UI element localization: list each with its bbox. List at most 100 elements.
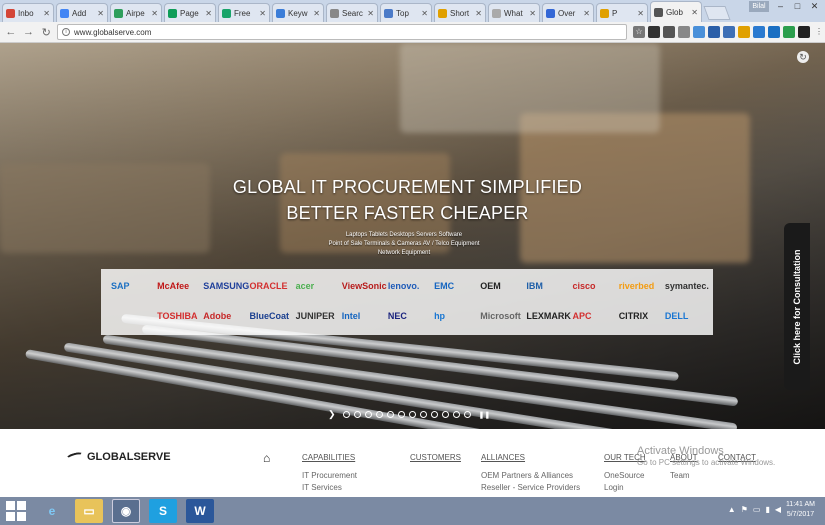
pause-icon[interactable]: ❚❚	[479, 411, 491, 419]
scroll-top-icon[interactable]: ↻	[797, 51, 809, 63]
slide-dot[interactable]	[463, 411, 471, 418]
minimize-icon[interactable]: –	[772, 0, 789, 13]
extension-icon[interactable]	[648, 26, 661, 38]
slide-dot[interactable]	[430, 411, 438, 418]
footer-heading-customers[interactable]: CUSTOMERS	[410, 453, 461, 462]
tab-close-icon[interactable]: ✕	[583, 9, 590, 18]
partner-logo: Adobe	[203, 311, 232, 321]
slide-dot[interactable]	[397, 411, 405, 418]
extension-icon[interactable]	[708, 26, 721, 38]
footer-link-resellers[interactable]: Reseller - Service Providers	[481, 483, 580, 492]
hero-title-line2: BETTER FASTER CHEAPER	[286, 203, 529, 223]
browser-tab[interactable]: Page ✕	[164, 3, 216, 22]
slide-dot[interactable]	[364, 411, 372, 418]
slide-dot[interactable]	[408, 411, 416, 418]
partner-logo: SAMSUNG	[203, 281, 250, 291]
browser-tab[interactable]: Searc ✕	[326, 3, 378, 22]
footer-link-login[interactable]: Login	[604, 483, 646, 492]
tab-close-icon[interactable]: ✕	[313, 9, 320, 18]
address-bar[interactable]: i www.globalserve.com	[57, 24, 628, 40]
footer-heading-capabilities[interactable]: CAPABILITIES	[302, 453, 357, 462]
footer-link-it-procurement[interactable]: IT Procurement	[302, 471, 357, 480]
extension-icon[interactable]	[693, 26, 706, 38]
partner-logos-panel: SAP McAfee SAMSUNG ORACLE acer ViewSonic lenov…	[101, 269, 713, 335]
browser-tab[interactable]: Keyw ✕	[272, 3, 324, 22]
network-icon[interactable]: ▮	[765, 505, 769, 514]
tab-close-icon[interactable]: ✕	[151, 9, 158, 18]
back-icon[interactable]: ←	[4, 26, 18, 38]
tab-close-icon[interactable]: ✕	[475, 9, 482, 18]
tab-close-icon[interactable]: ✕	[259, 9, 266, 18]
tab-close-icon[interactable]: ✕	[637, 9, 644, 18]
browser-tab-strip: Inbo ✕ Add ✕ Airpe ✕ Page ✕ Free ✕ Keyw ✕ Searc ✕ Top ✕…	[0, 0, 825, 22]
windows-start-icon[interactable]	[6, 501, 26, 521]
file-explorer-icon[interactable]: ▭	[75, 499, 103, 523]
user-badge[interactable]: Bilal	[749, 1, 769, 12]
next-slide-icon[interactable]: ❯	[328, 409, 336, 420]
site-info-icon[interactable]: i	[62, 28, 71, 36]
browser-tab[interactable]: Free ✕	[218, 3, 270, 22]
slide-dot[interactable]	[353, 411, 361, 418]
action-center-icon[interactable]: ⚑	[741, 505, 748, 514]
internet-explorer-icon[interactable]: e	[38, 499, 66, 523]
word-icon[interactable]: W	[186, 499, 214, 523]
chrome-icon[interactable]: ◉	[112, 499, 140, 523]
system-tray: ▲ ⚑ ▭ ▮ ◀	[728, 505, 781, 514]
slide-dot[interactable]	[386, 411, 394, 418]
browser-tab[interactable]: Short ✕	[434, 3, 486, 22]
extension-icon[interactable]	[723, 26, 736, 38]
partner-logo: JUNIPER	[295, 311, 335, 321]
tab-close-icon[interactable]: ✕	[43, 9, 50, 18]
bookmark-icon[interactable]: ☆	[633, 26, 646, 38]
hero-subtitle-line1: Laptops Tablets Desktops Servers Softwar…	[345, 232, 463, 238]
forward-icon[interactable]: →	[22, 26, 36, 38]
browser-tab[interactable]: Over ✕	[542, 3, 594, 22]
tray-up-icon[interactable]: ▲	[728, 505, 736, 514]
extension-icon[interactable]	[738, 26, 751, 38]
extension-icon[interactable]	[783, 26, 796, 38]
tab-close-icon[interactable]: ✕	[367, 9, 374, 18]
footer-link-team[interactable]: Team	[670, 471, 698, 480]
battery-icon[interactable]: ▭	[753, 505, 761, 514]
menu-icon[interactable]: ⋮	[813, 26, 825, 38]
partner-logo: cisco	[572, 281, 596, 291]
extension-icon[interactable]	[663, 26, 676, 38]
tab-close-icon[interactable]: ✕	[205, 9, 212, 18]
extension-icon[interactable]	[798, 26, 811, 38]
browser-tab[interactable]: Airpe ✕	[110, 3, 162, 22]
slide-dot[interactable]	[375, 411, 383, 418]
slide-dot[interactable]	[342, 411, 350, 418]
slide-dot[interactable]	[419, 411, 427, 418]
watermark-title: Activate Windows	[637, 445, 724, 457]
tab-close-icon[interactable]: ✕	[421, 9, 428, 18]
volume-icon[interactable]: ◀	[775, 505, 781, 514]
footer-heading-alliances[interactable]: ALLIANCES	[481, 453, 580, 462]
footer-link-it-services[interactable]: IT Services	[302, 483, 357, 492]
extension-icon[interactable]	[678, 26, 691, 38]
close-icon[interactable]: ✕	[806, 0, 823, 13]
reload-icon[interactable]: ↻	[39, 26, 53, 39]
browser-tab[interactable]: Top ✕	[380, 3, 432, 22]
maximize-icon[interactable]: □	[789, 0, 806, 13]
browser-tab[interactable]: P ✕	[596, 3, 648, 22]
consultation-tab[interactable]: Click here for Consultation	[784, 223, 810, 390]
browser-tab[interactable]: Inbo ✕	[2, 3, 54, 22]
browser-tab[interactable]: Add ✕	[56, 3, 108, 22]
slide-dot[interactable]	[441, 411, 449, 418]
footer-link-oem-partners[interactable]: OEM Partners & Alliances	[481, 471, 580, 480]
tab-close-icon[interactable]: ✕	[97, 9, 104, 18]
partner-logo: ORACLE	[249, 281, 288, 291]
brand-logo[interactable]: GLOBALSERVE	[65, 450, 171, 464]
tab-close-icon[interactable]: ✕	[691, 8, 698, 17]
home-icon[interactable]: ⌂	[263, 451, 270, 465]
tab-close-icon[interactable]: ✕	[529, 9, 536, 18]
extension-icon[interactable]	[768, 26, 781, 38]
skype-icon[interactable]: S	[149, 499, 177, 523]
extension-icon[interactable]	[753, 26, 766, 38]
slide-dot[interactable]	[452, 411, 460, 418]
new-tab-button[interactable]	[703, 6, 731, 20]
browser-tab[interactable]: What ✕	[488, 3, 540, 22]
footer-link-onesource[interactable]: OneSource	[604, 471, 646, 480]
browser-tab[interactable]: Glob ✕	[650, 1, 702, 22]
system-clock[interactable]: 11:41 AM 5/7/2017	[786, 500, 815, 520]
